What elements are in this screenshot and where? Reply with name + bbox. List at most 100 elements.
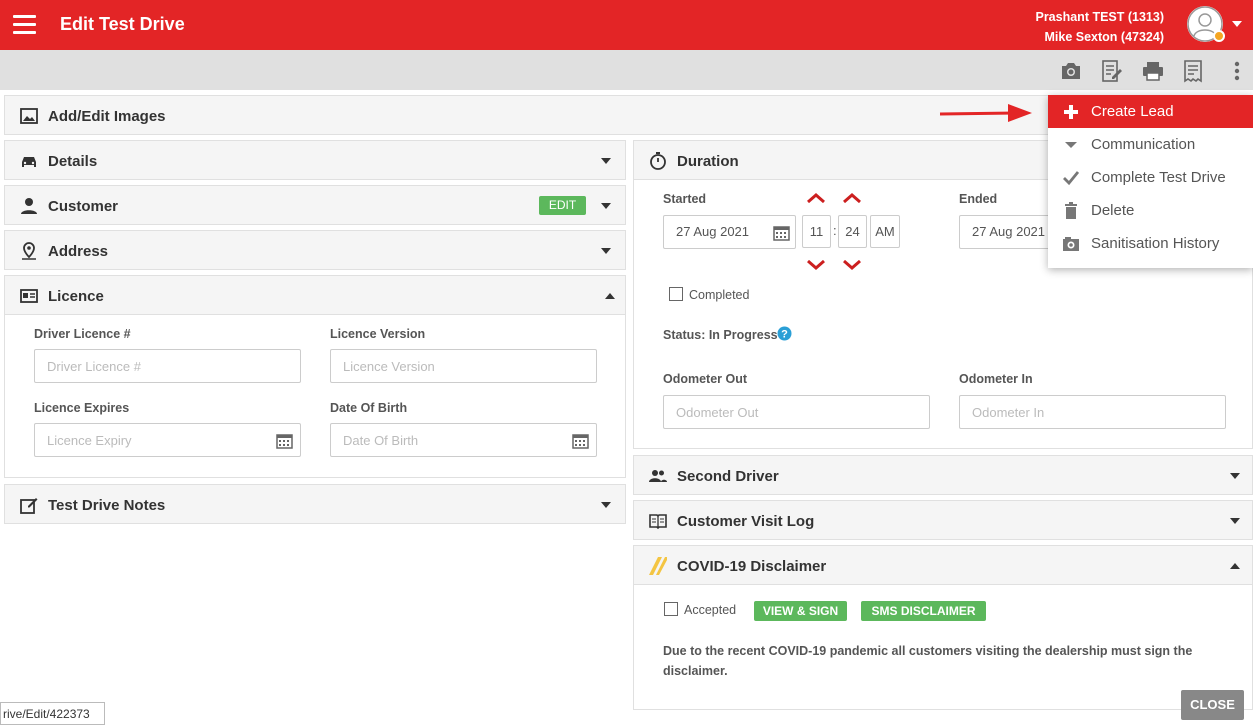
panel-title: Address	[48, 243, 109, 260]
menu-item-sanitisation-history[interactable]: Sanitisation History	[1048, 227, 1253, 260]
panel-covid-disclaimer[interactable]: COVID-19 Disclaimer	[633, 545, 1253, 585]
receipt-icon[interactable]	[1181, 59, 1205, 83]
help-icon[interactable]: ?	[777, 326, 792, 341]
licence-version-input[interactable]	[330, 349, 597, 383]
svg-text:?: ?	[781, 329, 788, 341]
check-icon	[1063, 171, 1080, 186]
panel-customer-visit-log[interactable]: Customer Visit Log	[633, 500, 1253, 540]
stopwatch-icon	[650, 152, 666, 170]
menu-item-label: Sanitisation History	[1091, 235, 1220, 252]
print-icon[interactable]	[1141, 59, 1165, 83]
panel-title: Customer Visit Log	[677, 513, 815, 530]
history-icon	[1063, 237, 1079, 251]
people-icon	[649, 470, 667, 482]
view-sign-button[interactable]: VIEW & SIGN	[754, 601, 847, 621]
panel-licence[interactable]: Licence	[4, 275, 626, 315]
book-icon	[649, 514, 667, 530]
more-vert-icon[interactable]	[1225, 59, 1249, 83]
odometer-in-label: Odometer In	[959, 372, 1033, 386]
accepted-checkbox[interactable]	[664, 602, 678, 616]
sms-disclaimer-button[interactable]: SMS DISCLAIMER	[861, 601, 986, 621]
more-actions-menu: Create Lead Communication Complete Test …	[1048, 95, 1253, 268]
panel-title: Add/Edit Images	[48, 108, 166, 125]
hour-decrement-icon[interactable]	[807, 260, 825, 270]
status-bar-url: rive/Edit/422373	[0, 702, 105, 725]
driver-licence-label: Driver Licence #	[34, 327, 131, 341]
dob-input[interactable]	[330, 423, 597, 457]
menu-item-label: Create Lead	[1091, 103, 1174, 120]
started-minute-input[interactable]: 24	[838, 215, 867, 248]
page-title: Edit Test Drive	[60, 14, 185, 34]
chevron-down-icon	[1230, 473, 1240, 479]
odometer-out-label: Odometer Out	[663, 372, 748, 386]
panel-second-driver[interactable]: Second Driver	[633, 455, 1253, 495]
menu-item-communication[interactable]: Communication	[1048, 128, 1253, 161]
driver-licence-input[interactable]	[34, 349, 301, 383]
menu-item-delete[interactable]: Delete	[1048, 194, 1253, 227]
edit-document-icon[interactable]	[1100, 59, 1124, 83]
status-text: Status: In Progress	[663, 328, 778, 342]
ampm-toggle[interactable]: AM	[870, 215, 900, 248]
panel-title: Duration	[677, 153, 739, 170]
menu-item-complete-test-drive[interactable]: Complete Test Drive	[1048, 161, 1253, 194]
panel-title: Customer	[48, 198, 119, 215]
calendar-icon[interactable]	[276, 432, 293, 449]
covid-disclaimer-text: Due to the recent COVID-19 pandemic all …	[663, 644, 1193, 678]
car-icon	[22, 157, 36, 167]
completed-checkbox[interactable]	[669, 287, 683, 301]
action-toolbar	[0, 50, 1253, 90]
minute-increment-icon[interactable]	[843, 193, 861, 203]
panel-details[interactable]: Details	[4, 140, 626, 180]
licence-expires-label: Licence Expires	[34, 401, 130, 415]
menu-item-label: Delete	[1091, 202, 1135, 219]
panel-title: Second Driver	[677, 468, 779, 485]
online-status-dot	[1213, 30, 1225, 42]
licence-version-label: Licence Version	[330, 327, 426, 341]
hour-increment-icon[interactable]	[807, 193, 825, 203]
camera-icon[interactable]	[1059, 59, 1083, 83]
odometer-out-input[interactable]	[663, 395, 930, 429]
note-edit-icon	[20, 498, 38, 514]
menu-item-create-lead[interactable]: Create Lead	[1048, 95, 1253, 128]
panel-title: Details	[48, 153, 98, 170]
chevron-up-icon	[1230, 563, 1240, 569]
hazard-stripes-icon	[649, 557, 667, 575]
panel-title: Licence	[48, 288, 104, 305]
ended-label: Ended	[959, 192, 998, 206]
chevron-down-icon	[601, 158, 611, 164]
location-pin-icon	[22, 242, 36, 260]
id-card-icon	[20, 289, 38, 303]
top-app-bar: Edit Test Drive Prashant TEST (1313) Mik…	[0, 0, 1253, 50]
caret-down-icon	[1065, 142, 1077, 148]
arrow-pointer-icon	[939, 104, 1032, 122]
user-info: Prashant TEST (1313) Mike Sexton (47324)	[1035, 7, 1164, 47]
close-button[interactable]: CLOSE	[1181, 690, 1244, 720]
chevron-down-icon	[601, 203, 611, 209]
completed-label: Completed	[689, 288, 750, 302]
chevron-down-icon	[601, 248, 611, 254]
licence-expiry-input[interactable]	[34, 423, 301, 457]
menu-item-label: Communication	[1091, 136, 1196, 153]
panel-title: COVID-19 Disclaimer	[677, 558, 827, 575]
calendar-icon[interactable]	[773, 224, 790, 241]
accepted-label: Accepted	[684, 603, 737, 617]
minute-decrement-icon[interactable]	[843, 260, 861, 270]
odometer-in-input[interactable]	[959, 395, 1226, 429]
user-line-salesperson: Mike Sexton (47324)	[1044, 30, 1165, 44]
chevron-up-icon	[605, 293, 615, 299]
calendar-icon[interactable]	[572, 432, 589, 449]
covid-panel-body: Accepted VIEW & SIGN SMS DISCLAIMER Due …	[633, 585, 1253, 710]
started-hour-input[interactable]: 11	[802, 215, 831, 248]
menu-icon[interactable]	[13, 15, 36, 34]
panel-test-drive-notes[interactable]: Test Drive Notes	[4, 484, 626, 524]
licence-panel-body: Driver Licence # Licence Version Licence…	[4, 315, 626, 478]
panel-address[interactable]: Address	[4, 230, 626, 270]
panel-customer[interactable]: Customer	[4, 185, 626, 225]
panel-title: Test Drive Notes	[48, 497, 166, 514]
chevron-down-icon[interactable]	[1232, 21, 1242, 27]
plus-icon	[1064, 105, 1078, 119]
customer-edit-button[interactable]: EDIT	[539, 196, 586, 215]
time-separator: :	[833, 223, 837, 238]
chevron-down-icon	[601, 502, 611, 508]
image-icon	[20, 108, 38, 124]
